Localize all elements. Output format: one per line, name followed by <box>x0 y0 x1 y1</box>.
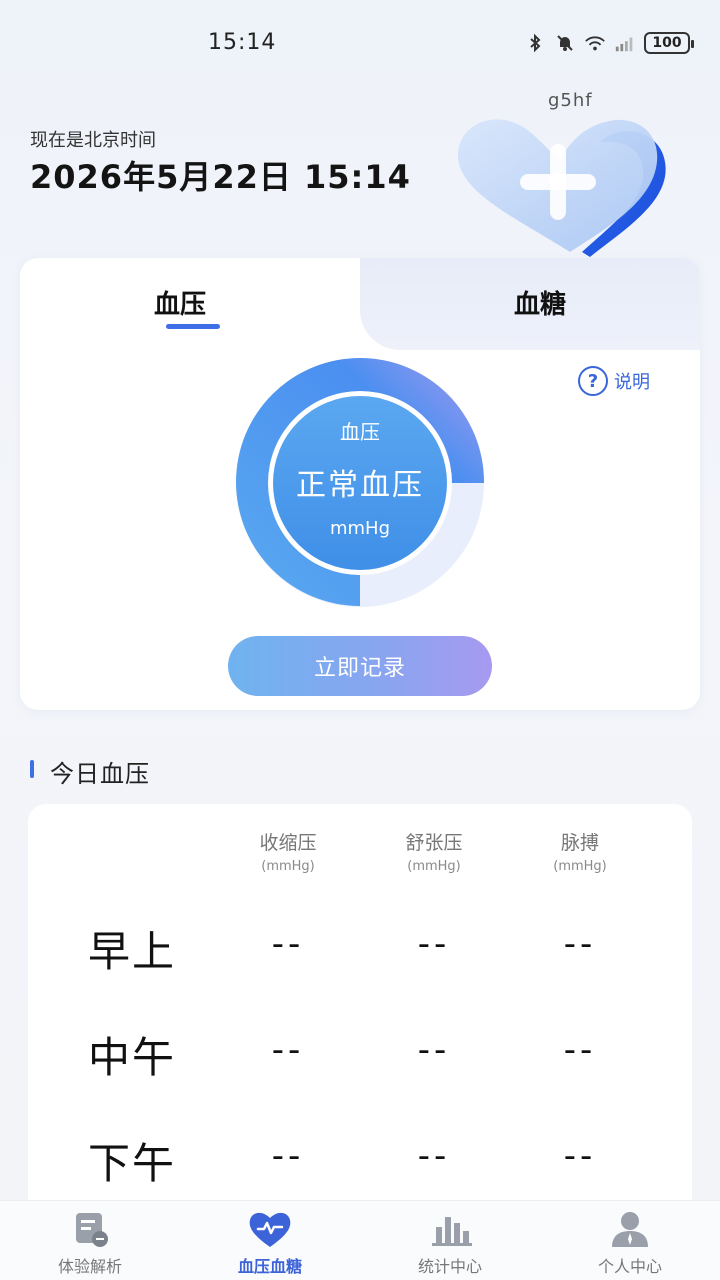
row-label-afternoon: 下午 <box>88 1139 177 1188</box>
cell-morning-systolic: -- <box>271 924 305 964</box>
cell-noon-systolic: -- <box>271 1030 305 1070</box>
column-name: 舒张压 <box>405 832 463 854</box>
column-header-pulse: 脉搏 (mmHg) <box>520 828 640 874</box>
time-caption: 现在是北京时间 <box>30 130 156 151</box>
today-readings-table: 收缩压 (mmHg) 舒张压 (mmHg) 脉搏 (mmHg) 早上 -- --… <box>28 804 692 1224</box>
today-section-title: 今日血压 <box>50 760 150 788</box>
record-now-button[interactable]: 立即记录 <box>228 636 492 696</box>
nav-item-blood[interactable]: 血压血糖 <box>180 1201 360 1280</box>
bar-chart-icon <box>432 1217 472 1246</box>
bluetooth-icon <box>530 33 541 53</box>
nav-label: 血压血糖 <box>237 1257 302 1276</box>
gauge-title: 血压 <box>340 420 380 444</box>
status-icons: 100 <box>524 32 694 54</box>
column-unit: (mmHg) <box>553 859 607 874</box>
column-header-systolic: 收缩压 (mmHg) <box>228 828 348 874</box>
row-label-morning: 早上 <box>88 927 177 976</box>
cell-morning-pulse: -- <box>563 924 597 964</box>
bell-muted-icon <box>557 35 573 51</box>
nav-item-profile[interactable]: 个人中心 <box>540 1201 720 1280</box>
report-icon <box>76 1213 108 1247</box>
cell-afternoon-systolic: -- <box>271 1136 305 1176</box>
column-name: 收缩压 <box>259 832 317 854</box>
status-time: 15:14 <box>208 30 277 55</box>
bottom-navigation: 体验解析 血压血糖 统计中心 个人中心 <box>0 1200 720 1280</box>
cell-afternoon-pulse: -- <box>563 1136 597 1176</box>
heart-plus-logo-icon <box>457 119 666 257</box>
question-icon: ? <box>578 366 608 396</box>
column-header-diastolic: 舒张压 (mmHg) <box>374 828 494 874</box>
tab-blood-sugar[interactable]: 血糖 <box>480 284 600 321</box>
column-unit: (mmHg) <box>407 859 461 874</box>
gauge-unit: mmHg <box>329 518 391 539</box>
cell-noon-pulse: -- <box>563 1030 597 1070</box>
help-label: 说明 <box>614 372 650 393</box>
heart-wave-icon <box>249 1212 291 1247</box>
cell-noon-diastolic: -- <box>417 1030 451 1070</box>
battery-indicator: 100 <box>644 32 694 54</box>
nav-label: 统计中心 <box>417 1257 482 1276</box>
nav-label: 体验解析 <box>57 1257 122 1276</box>
person-icon <box>612 1212 648 1247</box>
signal-icon <box>615 37 633 52</box>
help-link[interactable]: ? 说明 <box>578 366 650 396</box>
column-name: 脉搏 <box>560 832 599 854</box>
nav-item-report[interactable]: 体验解析 <box>0 1201 180 1280</box>
gauge-status: 正常血压 <box>296 468 424 503</box>
nav-label: 个人中心 <box>597 1257 662 1276</box>
row-label-noon: 中午 <box>88 1033 177 1082</box>
cell-afternoon-diastolic: -- <box>417 1136 451 1176</box>
section-marker <box>30 760 34 778</box>
wifi-icon <box>585 36 605 51</box>
current-datetime: 2026年5月22日 15:14 <box>30 158 411 196</box>
status-bar: 15:14 100 <box>0 0 720 90</box>
tab-blood-pressure[interactable]: 血压 <box>120 284 240 321</box>
cell-morning-diastolic: -- <box>417 924 451 964</box>
nav-item-stats[interactable]: 统计中心 <box>360 1201 540 1280</box>
active-tab-indicator <box>166 324 220 329</box>
column-unit: (mmHg) <box>261 859 315 874</box>
blood-measure-card: 血压 血糖 ? 说明 血压 正常血压 mmHg 立即记录 <box>20 258 700 710</box>
